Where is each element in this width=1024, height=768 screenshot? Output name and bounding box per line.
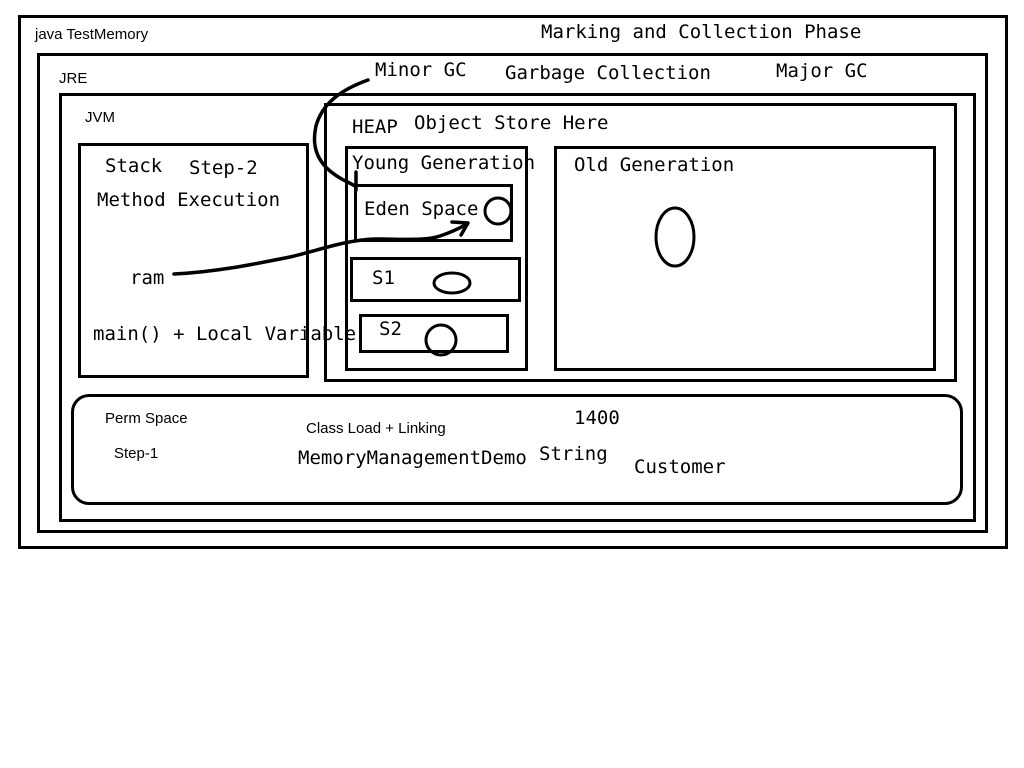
s2-label: S2 bbox=[379, 318, 402, 340]
class-memorymanagementdemo-label: MemoryManagementDemo bbox=[298, 447, 527, 469]
ram-reference-label: ram bbox=[130, 267, 165, 289]
stack-step-label: Step-2 bbox=[189, 157, 258, 179]
perm-space-label: Perm Space bbox=[105, 410, 188, 427]
perm-value-label: 1400 bbox=[574, 407, 620, 429]
phase-title: Marking and Collection Phase bbox=[541, 21, 862, 43]
jre-label: JRE bbox=[59, 70, 88, 87]
minor-gc-label: Minor GC bbox=[375, 59, 467, 81]
young-generation-label: Young Generation bbox=[352, 152, 536, 174]
heap-label: HEAP bbox=[352, 116, 398, 138]
old-generation-label: Old Generation bbox=[574, 154, 735, 176]
class-load-linking-label: Class Load + Linking bbox=[306, 420, 446, 437]
eden-space-label: Eden Space bbox=[364, 198, 479, 220]
class-string-label: String bbox=[539, 443, 608, 465]
garbage-collection-label: Garbage Collection bbox=[505, 62, 711, 84]
stack-label: Stack bbox=[105, 155, 163, 177]
main-local-variable-label: main() + Local Variable bbox=[93, 323, 357, 345]
command-label: java TestMemory bbox=[35, 26, 149, 43]
class-customer-label: Customer bbox=[634, 456, 726, 478]
method-execution-label: Method Execution bbox=[97, 189, 281, 211]
heap-subtitle: Object Store Here bbox=[414, 112, 609, 134]
jvm-label: JVM bbox=[85, 109, 115, 126]
memory-diagram: java TestMemory Marking and Collection P… bbox=[0, 0, 1024, 768]
old-generation-box bbox=[554, 146, 936, 371]
s1-label: S1 bbox=[372, 267, 395, 289]
major-gc-label: Major GC bbox=[776, 60, 868, 82]
perm-step-label: Step-1 bbox=[114, 445, 159, 462]
